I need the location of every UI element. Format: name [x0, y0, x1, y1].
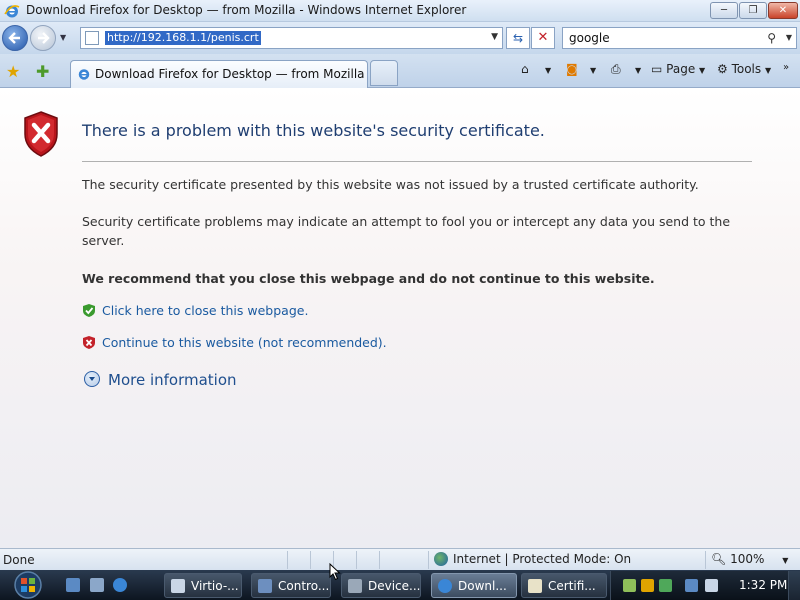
toolbar-overflow-icon[interactable]: »: [783, 62, 789, 73]
zoom-control[interactable]: 🔍︎ 100% ▼: [711, 552, 788, 566]
error-description: The security certificate presented by th…: [82, 177, 699, 192]
security-shield-icon[interactable]: [641, 579, 654, 592]
ie-icon: [438, 579, 452, 593]
taskbar-button-control-panel[interactable]: Contro...: [251, 573, 331, 598]
taskbar-label: Device...: [368, 579, 421, 593]
security-warning-text: Security certificate problems may indica…: [82, 214, 731, 248]
page-menu-button[interactable]: ▭ Page ▼: [651, 62, 705, 76]
continue-website-label[interactable]: Continue to this website (not recommende…: [102, 335, 387, 350]
zoom-dropdown-icon[interactable]: ▼: [782, 556, 788, 565]
ie-page-icon: [78, 69, 90, 80]
red-shield-icon: [83, 336, 95, 349]
status-icon[interactable]: [659, 579, 672, 592]
page-icon: [85, 31, 99, 45]
stop-button[interactable]: ✕: [531, 27, 555, 49]
forward-button[interactable]: [30, 25, 56, 51]
status-separator: [356, 551, 357, 569]
clock[interactable]: 1:32 PM: [739, 578, 787, 592]
search-icon[interactable]: ⚲: [767, 31, 776, 45]
home-dropdown-icon[interactable]: ▼: [545, 66, 551, 75]
print-dropdown-icon[interactable]: ▼: [635, 66, 641, 75]
status-text: Done: [3, 553, 35, 567]
new-tab-button[interactable]: [370, 60, 398, 86]
page-content: There is a problem with this website's s…: [0, 88, 800, 548]
tools-menu-button[interactable]: ⚙ Tools ▼: [717, 62, 771, 76]
security-zone-label: Internet | Protected Mode: On: [453, 552, 632, 566]
ie-logo-icon: [4, 5, 20, 18]
ie-quicklaunch-icon[interactable]: [113, 578, 127, 592]
feeds-icon[interactable]: ◙: [566, 62, 578, 76]
window-title: Download Firefox for Desktop — from Mozi…: [26, 3, 467, 17]
show-desktop-button[interactable]: [788, 571, 800, 600]
page-menu-label: Page: [666, 62, 696, 76]
installer-icon: [171, 579, 185, 593]
divider: [82, 161, 752, 162]
green-shield-icon: [83, 304, 95, 317]
globe-icon: [434, 552, 448, 566]
recommendation-text: We recommend that you close this webpage…: [82, 271, 655, 286]
home-icon[interactable]: ⌂: [521, 62, 529, 76]
feeds-dropdown-icon[interactable]: ▼: [590, 66, 596, 75]
network-icon[interactable]: [685, 579, 698, 592]
forward-arrow-icon: [38, 32, 50, 44]
more-information-label[interactable]: More information: [108, 371, 237, 389]
favorites-star-icon[interactable]: ★: [6, 62, 20, 81]
back-button[interactable]: [2, 25, 28, 51]
taskbar-label: Certifi...: [548, 579, 596, 593]
status-separator: [287, 551, 288, 569]
start-button-icon[interactable]: [8, 570, 48, 600]
taskbar-button-device-manager[interactable]: Device...: [341, 573, 421, 598]
minimize-button[interactable]: ─: [710, 2, 738, 19]
control-panel-icon: [258, 579, 272, 593]
network-check-icon[interactable]: [623, 579, 636, 592]
recent-pages-dropdown-icon[interactable]: ▼: [60, 33, 66, 42]
address-dropdown-icon[interactable]: ▼: [491, 32, 498, 42]
more-information-toggle[interactable]: More information: [84, 371, 237, 389]
title-bar[interactable]: Download Firefox for Desktop — from Mozi…: [0, 0, 800, 22]
status-separator: [428, 551, 429, 569]
expand-chevron-icon[interactable]: [84, 371, 100, 387]
tab-label: Download Firefox for Desktop — from Mozi…: [95, 67, 365, 81]
error-shield-icon: [24, 111, 58, 157]
refresh-button[interactable]: ⇆: [506, 27, 530, 49]
status-separator: [379, 551, 380, 569]
status-separator: [705, 551, 706, 569]
mouse-cursor-icon: [329, 563, 341, 581]
taskbar-label: Virtio-...: [191, 579, 239, 593]
search-options-dropdown-icon[interactable]: ▼: [786, 33, 792, 42]
navigation-bar: ▼ http://192.168.1.1/penis.crt ▼ ⇆ ✕ goo…: [0, 22, 800, 54]
close-webpage-label[interactable]: Click here to close this webpage.: [102, 303, 308, 318]
add-favorite-icon[interactable]: ✚: [36, 62, 49, 81]
volume-muted-icon[interactable]: [705, 579, 718, 592]
close-webpage-link[interactable]: Click here to close this webpage.: [82, 303, 308, 318]
page-title: There is a problem with this website's s…: [82, 121, 545, 140]
taskbar-label: Downl...: [458, 579, 507, 593]
tab-active[interactable]: Download Firefox for Desktop — from Mozi…: [70, 60, 368, 88]
continue-website-link[interactable]: Continue to this website (not recommende…: [82, 335, 387, 350]
search-input[interactable]: google: [569, 31, 610, 45]
url-text[interactable]: http://192.168.1.1/penis.crt: [105, 31, 261, 45]
switch-windows-icon[interactable]: [90, 578, 104, 592]
maximize-button[interactable]: ❐: [739, 2, 767, 19]
security-zone[interactable]: Internet | Protected Mode: On: [434, 552, 631, 566]
status-bar: Done Internet | Protected Mode: On 🔍︎ 10…: [0, 548, 800, 570]
zoom-level: 100%: [730, 552, 765, 566]
print-icon[interactable]: ⎙: [611, 62, 621, 77]
search-box[interactable]: google ⚲ ▼: [562, 27, 797, 49]
status-separator: [310, 551, 311, 569]
taskbar-button-ie[interactable]: Downl...: [431, 573, 517, 598]
taskbar-button-certificate[interactable]: Certifi...: [521, 573, 607, 598]
system-tray: 1:32 PM: [610, 571, 800, 600]
close-window-button[interactable]: ✕: [768, 2, 798, 19]
tools-menu-label: Tools: [731, 62, 762, 76]
device-manager-icon: [348, 579, 362, 593]
taskbar: Virtio-... Contro... Device... Downl... …: [0, 570, 800, 600]
address-bar[interactable]: http://192.168.1.1/penis.crt ▼: [80, 27, 503, 49]
certificate-icon: [528, 579, 542, 593]
tab-bar: ★ ✚ Download Firefox for Desktop — from …: [0, 54, 800, 88]
taskbar-label: Contro...: [278, 579, 330, 593]
show-desktop-icon[interactable]: [66, 578, 80, 592]
taskbar-button-virtio[interactable]: Virtio-...: [164, 573, 242, 598]
back-arrow-icon: [8, 32, 20, 44]
